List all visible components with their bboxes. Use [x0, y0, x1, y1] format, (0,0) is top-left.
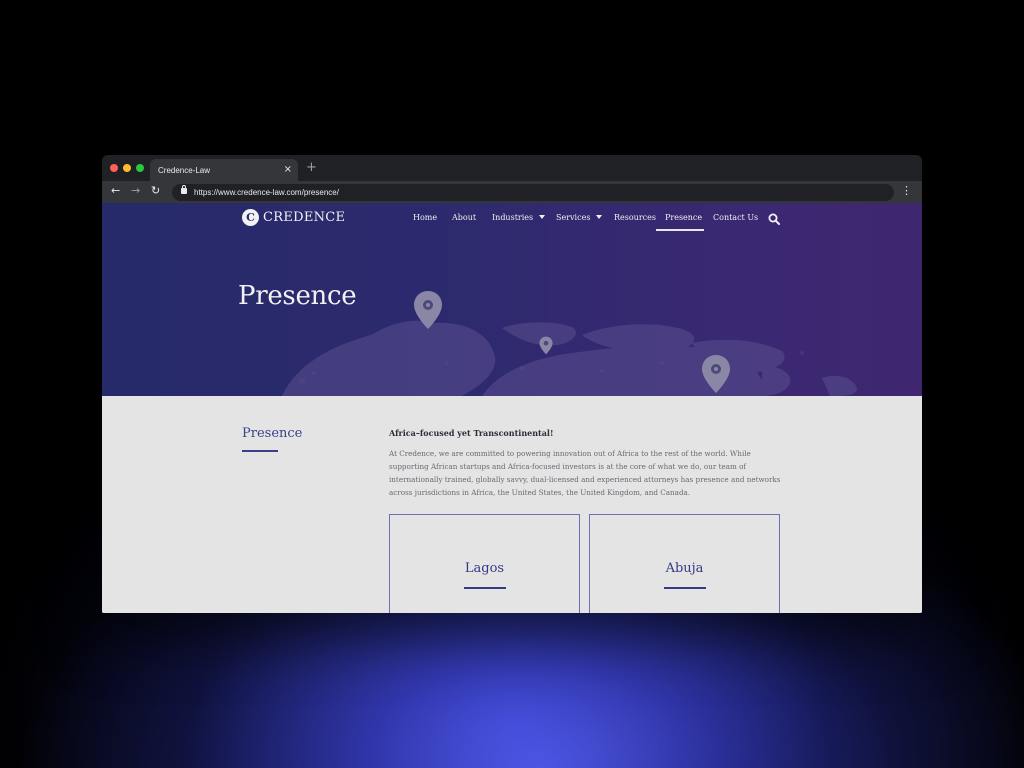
search-icon[interactable]: [768, 213, 780, 225]
active-nav-underline: [656, 229, 704, 231]
office-city-underline: [464, 587, 506, 589]
office-card-lagos[interactable]: Lagos: [389, 514, 580, 613]
chevron-down-icon: [596, 215, 603, 219]
browser-window: Credence-Law × + ← → ↻ https://www.crede…: [102, 155, 922, 613]
office-city: Abuja: [665, 561, 704, 576]
maximize-window-button[interactable]: [136, 164, 144, 172]
nav-industries[interactable]: Industries: [492, 213, 546, 222]
section-title: Presence: [242, 426, 303, 441]
page-title: Presence: [238, 281, 357, 311]
office-city: Lagos: [464, 561, 505, 576]
minimize-window-button[interactable]: [123, 164, 131, 172]
nav-services-label: Services: [556, 213, 591, 222]
nav-industries-label: Industries: [492, 213, 534, 222]
chevron-down-icon: [539, 215, 546, 219]
url-text: https://www.credence-law.com/presence/: [194, 188, 339, 197]
new-tab-button[interactable]: +: [306, 160, 317, 175]
map-pin-icon: [539, 336, 553, 355]
tab-title: Credence-Law: [158, 166, 211, 175]
arrow-right-icon[interactable]: →: [131, 184, 140, 197]
kebab-menu-icon[interactable]: ⋮: [901, 184, 912, 197]
nav-home[interactable]: Home: [413, 213, 437, 222]
office-city-underline: [664, 587, 706, 589]
lock-icon: [181, 185, 187, 194]
section-title-underline: [242, 450, 278, 452]
page-viewport: C CREDENCE Home About Industries Service…: [102, 203, 922, 613]
intro-paragraph: At Credence, we are committed to powerin…: [389, 449, 781, 497]
arrow-left-icon[interactable]: ←: [111, 184, 120, 197]
hero-banner: C CREDENCE Home About Industries Service…: [102, 203, 922, 396]
nav-services[interactable]: Services: [556, 213, 603, 222]
tab-close-icon[interactable]: ×: [284, 164, 292, 175]
reload-icon[interactable]: ↻: [151, 184, 160, 197]
browser-tab[interactable]: Credence-Law ×: [150, 159, 298, 181]
map-pin-icon: [702, 355, 730, 393]
office-card-abuja[interactable]: Abuja: [589, 514, 780, 613]
nav-resources[interactable]: Resources: [614, 213, 656, 222]
tab-bar: Credence-Law × +: [102, 155, 922, 181]
browser-toolbar: ← → ↻ https://www.credence-law.com/prese…: [102, 181, 922, 203]
main-navigation: Home About Industries Services Resources…: [102, 213, 922, 233]
address-bar[interactable]: https://www.credence-law.com/presence/: [172, 184, 894, 201]
nav-about[interactable]: About: [452, 213, 476, 222]
nav-contact[interactable]: Contact Us: [713, 213, 758, 222]
map-pin-icon: [414, 291, 442, 329]
close-window-button[interactable]: [110, 164, 118, 172]
presence-section: Presence Africa–focused yet Transcontine…: [102, 396, 922, 613]
nav-presence[interactable]: Presence: [665, 213, 702, 222]
lead-heading: Africa–focused yet Transcontinental!: [389, 428, 554, 438]
